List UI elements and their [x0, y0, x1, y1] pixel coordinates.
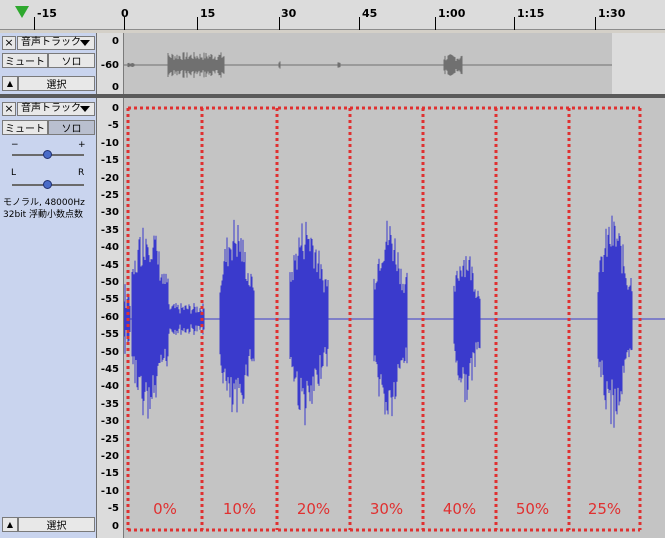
- ruler-label: 45: [362, 7, 378, 20]
- scale-label: -10: [100, 137, 119, 149]
- ruler-label: 1:15: [517, 7, 545, 20]
- track2-amplitude-scale: 0 -5 -10 -15 -20 -25 -30 -35 -40 -45 -50 -55 -60 -55-…: [97, 98, 124, 538]
- audio-editor: -15 0 15 30 45 1:00 1:15 1:30 × 音声トラック ミ…: [0, 0, 665, 538]
- track1-waveform[interactable]: [124, 33, 665, 94]
- scale-label: -25: [100, 433, 119, 445]
- ruler-label: 1:30: [598, 7, 626, 20]
- scale-label: -20: [100, 172, 119, 184]
- scale-label: -30: [100, 207, 119, 219]
- gain-slider-thumb[interactable]: [43, 150, 52, 159]
- scale-label: -60: [100, 60, 119, 71]
- scale-label: -35: [100, 398, 119, 410]
- ruler-label: 1:00: [438, 7, 466, 20]
- solo-button[interactable]: ソロ: [48, 120, 95, 135]
- track2-control-panel: × 音声トラック ミュート ソロ − + L R モノラル, 48000Hz 3…: [0, 98, 97, 538]
- chevron-down-icon: [80, 106, 90, 112]
- track2-waveform[interactable]: [124, 98, 665, 538]
- segment-label: 40%: [442, 500, 477, 518]
- scale-label: 0: [112, 103, 119, 114]
- pan-right-label: R: [78, 168, 85, 178]
- scale-label: 0: [112, 520, 119, 532]
- mute-button[interactable]: ミュート: [2, 53, 48, 68]
- mute-button[interactable]: ミュート: [2, 120, 48, 135]
- chevron-down-icon: [80, 40, 90, 46]
- track-sample-format: 32bit 浮動小数点数: [3, 210, 84, 220]
- triangle-up-icon[interactable]: ▲: [2, 517, 18, 532]
- segment-label: 25%: [587, 500, 622, 518]
- scale-label: 0: [112, 36, 119, 47]
- scale-label: -5: [107, 120, 119, 132]
- scale-label: 0: [112, 82, 119, 93]
- track1-control-panel: × 音声トラック ミュート ソロ ▲ 選択: [0, 33, 97, 94]
- scale-label: -45: [100, 364, 119, 375]
- pan-left-label: L: [11, 168, 17, 178]
- main-wave: [124, 215, 633, 428]
- track2-name-menu[interactable]: 音声トラック: [17, 102, 95, 116]
- select-button[interactable]: 選択: [18, 76, 95, 91]
- scale-label: -50: [100, 277, 119, 288]
- close-icon[interactable]: ×: [2, 36, 16, 50]
- ruler-label: 0: [121, 7, 129, 20]
- track1-name-menu[interactable]: 音声トラック: [17, 36, 95, 50]
- track-format-info: モノラル, 48000Hz: [3, 198, 85, 208]
- scale-label: -15: [100, 468, 119, 480]
- scale-label: -25: [100, 190, 119, 201]
- segment-label: 30%: [369, 500, 404, 518]
- scale-label: -30: [100, 416, 119, 428]
- ruler-label: -15: [37, 7, 57, 20]
- solo-button[interactable]: ソロ: [48, 53, 95, 68]
- scale-label: -50: [100, 346, 119, 358]
- scale-label: -40: [100, 242, 119, 254]
- close-icon[interactable]: ×: [2, 102, 16, 116]
- scale-label: -5: [107, 503, 119, 515]
- scale-label: -60: [100, 311, 119, 323]
- scale-label: -35: [100, 224, 119, 236]
- scale-label: -10: [100, 485, 119, 497]
- track-end-region: [612, 33, 665, 94]
- track1-amplitude-scale: 0 -60 0: [97, 33, 124, 94]
- scale-label: -15: [100, 155, 119, 167]
- ruler-label: 15: [200, 7, 216, 20]
- triangle-down-icon[interactable]: [15, 6, 29, 18]
- segment-label: 20%: [296, 500, 331, 518]
- track-name: 音声トラック: [21, 37, 81, 48]
- scale-label: -55: [100, 329, 119, 341]
- gain-plus-label: +: [78, 140, 86, 150]
- select-button[interactable]: 選択: [18, 517, 95, 532]
- scale-label: -45: [100, 259, 119, 271]
- pan-slider-thumb[interactable]: [43, 180, 52, 189]
- segment-label: 10%: [222, 500, 257, 518]
- timeline-ruler[interactable]: -15 0 15 30 45 1:00 1:15 1:30: [0, 0, 665, 30]
- segment-label: 50%: [515, 500, 550, 518]
- scale-label: -55: [100, 294, 119, 306]
- scale-label: -40: [100, 381, 119, 393]
- track-name: 音声トラック: [21, 103, 81, 114]
- ruler-label: 30: [281, 7, 297, 20]
- scale-label: -20: [100, 451, 119, 462]
- gain-minus-label: −: [11, 140, 19, 150]
- segment-label: 0%: [153, 500, 177, 518]
- triangle-up-icon[interactable]: ▲: [2, 76, 18, 91]
